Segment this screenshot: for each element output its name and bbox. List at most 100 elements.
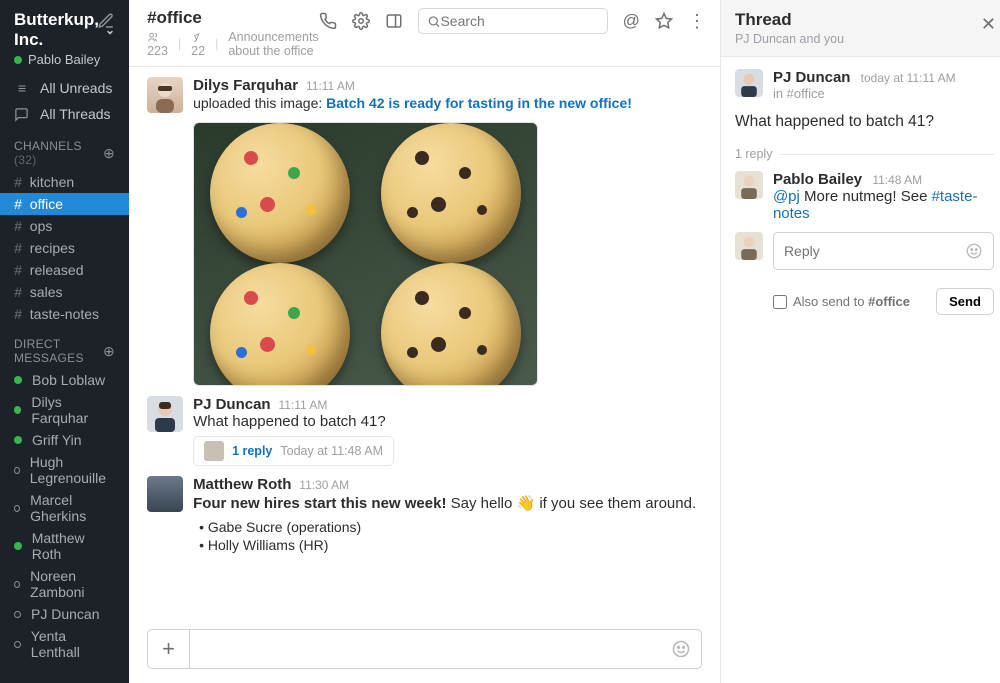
presence-offline-icon <box>14 467 20 474</box>
message-input-wrap[interactable] <box>189 629 702 669</box>
dm-item[interactable]: Hugh Legrenouille <box>0 451 129 489</box>
avatar[interactable] <box>735 171 763 199</box>
call-icon[interactable] <box>319 12 337 30</box>
message-time: 11:30 AM <box>299 478 349 492</box>
thread-author[interactable]: PJ Duncan <box>773 69 851 86</box>
dm-item[interactable]: Matthew Roth <box>0 527 129 565</box>
avatar <box>204 441 224 461</box>
channel-title[interactable]: #office <box>147 8 319 28</box>
dm-label: Yenta Lenthall <box>31 628 115 660</box>
close-icon[interactable]: ✕ <box>981 14 996 35</box>
dm-label: Griff Yin <box>32 432 82 448</box>
current-user: Pablo Bailey <box>28 52 100 67</box>
channel-label: recipes <box>30 240 75 256</box>
hash-icon: # <box>14 284 22 300</box>
dms-section-header[interactable]: DIRECT MESSAGES ⊕ <box>0 325 129 369</box>
channel-item-kitchen[interactable]: #kitchen <box>0 171 129 193</box>
channel-item-office[interactable]: # office <box>0 193 129 215</box>
add-channel-icon[interactable]: ⊕ <box>103 145 115 162</box>
hash-icon: # <box>14 218 22 234</box>
members-count[interactable]: 223 <box>147 30 168 58</box>
channel-label: office <box>30 196 63 212</box>
avatar[interactable] <box>735 69 763 97</box>
reply-input-wrap[interactable] <box>773 232 994 270</box>
all-threads-button[interactable]: All Threads <box>0 101 129 127</box>
hash-icon: # <box>14 240 22 256</box>
channel-item-ops[interactable]: #ops <box>0 215 129 237</box>
attachment-link[interactable]: Batch 42 is ready for tasting in the new… <box>326 95 632 111</box>
also-send-input[interactable] <box>773 295 787 309</box>
dm-item[interactable]: Noreen Zamboni <box>0 565 129 603</box>
bullet-item: Gabe Sucre (operations) <box>208 519 361 535</box>
star-icon[interactable] <box>655 12 673 30</box>
message-author[interactable]: Matthew Roth <box>193 476 291 493</box>
presence-online-icon <box>14 436 22 444</box>
dm-item[interactable]: Marcel Gherkins <box>0 489 129 527</box>
channels-section-header[interactable]: CHANNELS (32) ⊕ <box>0 127 129 171</box>
mentions-icon[interactable]: @ <box>623 11 640 31</box>
add-dm-icon[interactable]: ⊕ <box>103 343 115 360</box>
dm-item[interactable]: Griff Yin <box>0 429 129 451</box>
channel-item-released[interactable]: #released <box>0 259 129 281</box>
thread-reply-badge[interactable]: 1 reply Today at 11:48 AM <box>193 436 394 466</box>
channel-item-taste-notes[interactable]: #taste-notes <box>0 303 129 325</box>
emoji-icon[interactable] <box>965 242 983 260</box>
presence-online-icon <box>14 376 22 384</box>
presence-online-icon <box>14 542 22 550</box>
search-field[interactable] <box>440 13 598 29</box>
reply-author[interactable]: Pablo Bailey <box>773 171 862 188</box>
search-input[interactable] <box>418 8 608 34</box>
channel-topic[interactable]: Announcements about the office <box>228 30 318 58</box>
channels-count: (32) <box>14 153 37 167</box>
dm-label: Marcel Gherkins <box>30 492 115 524</box>
main-column: #office 223 | 22 | Announcements about t… <box>129 0 721 683</box>
avatar[interactable] <box>147 476 183 512</box>
sidebar: Butterkup, Inc. ⌄ Pablo Bailey ≡ All Unr… <box>0 0 129 683</box>
message-text: What happened to batch 41? <box>193 413 702 430</box>
dm-item[interactable]: Yenta Lenthall <box>0 625 129 663</box>
hash-icon: # <box>14 196 22 212</box>
image-attachment[interactable] <box>193 122 538 386</box>
more-icon[interactable]: ⋮ <box>688 11 706 32</box>
message-input[interactable] <box>200 641 671 657</box>
emoji-icon[interactable] <box>671 639 691 659</box>
reply-input[interactable] <box>784 243 965 259</box>
message-time: 11:11 AM <box>278 398 327 412</box>
dm-item[interactable]: PJ Duncan <box>0 603 129 625</box>
panel-icon[interactable] <box>385 12 403 30</box>
channel-item-sales[interactable]: # sales <box>0 281 129 303</box>
channel-label: sales <box>30 284 63 300</box>
bullet-item: Holly Williams (HR) <box>208 537 329 553</box>
attach-button[interactable]: + <box>147 629 189 669</box>
thread-root-text: What happened to batch 41? <box>735 111 994 137</box>
thread-channel-link[interactable]: #office <box>787 86 825 101</box>
message-author[interactable]: Dilys Farquhar <box>193 77 298 94</box>
message-text: Say hello 👋 if you see them around. <box>446 495 696 512</box>
all-unreads-button[interactable]: ≡ All Unreads <box>0 75 129 101</box>
send-button[interactable]: Send <box>936 288 994 315</box>
reply-time: Today at 11:48 AM <box>280 444 383 458</box>
channel-header: #office 223 | 22 | Announcements about t… <box>129 0 720 67</box>
search-icon <box>427 14 441 29</box>
dm-item[interactable]: Bob Loblaw <box>0 369 129 391</box>
threads-icon <box>14 107 30 122</box>
presence-offline-icon <box>14 611 21 618</box>
all-unreads-label: All Unreads <box>40 80 112 96</box>
thread-time: today at 11:11 AM <box>861 71 956 85</box>
dm-item[interactable]: Dilys Farquhar <box>0 391 129 429</box>
channel-item-recipes[interactable]: # recipes <box>0 237 129 259</box>
avatar[interactable] <box>147 77 183 113</box>
thread-root-message: PJ Duncan today at 11:11 AM in #office <box>735 69 994 101</box>
message: Matthew Roth 11:30 AM Four new hires sta… <box>129 472 720 560</box>
dm-label: Dilys Farquhar <box>31 394 115 426</box>
thread-subtitle: PJ Duncan and you <box>735 32 994 46</box>
also-send-checkbox[interactable]: Also send to #office <box>773 294 910 309</box>
avatar <box>735 232 763 260</box>
avatar[interactable] <box>147 396 183 432</box>
gear-icon[interactable] <box>352 12 370 30</box>
compose-icon[interactable] <box>97 12 115 30</box>
message-author[interactable]: PJ Duncan <box>193 396 271 413</box>
pins-count[interactable]: 22 <box>191 30 205 58</box>
mention-link[interactable]: @pj <box>773 188 800 205</box>
workspace-header[interactable]: Butterkup, Inc. ⌄ Pablo Bailey <box>0 0 129 75</box>
